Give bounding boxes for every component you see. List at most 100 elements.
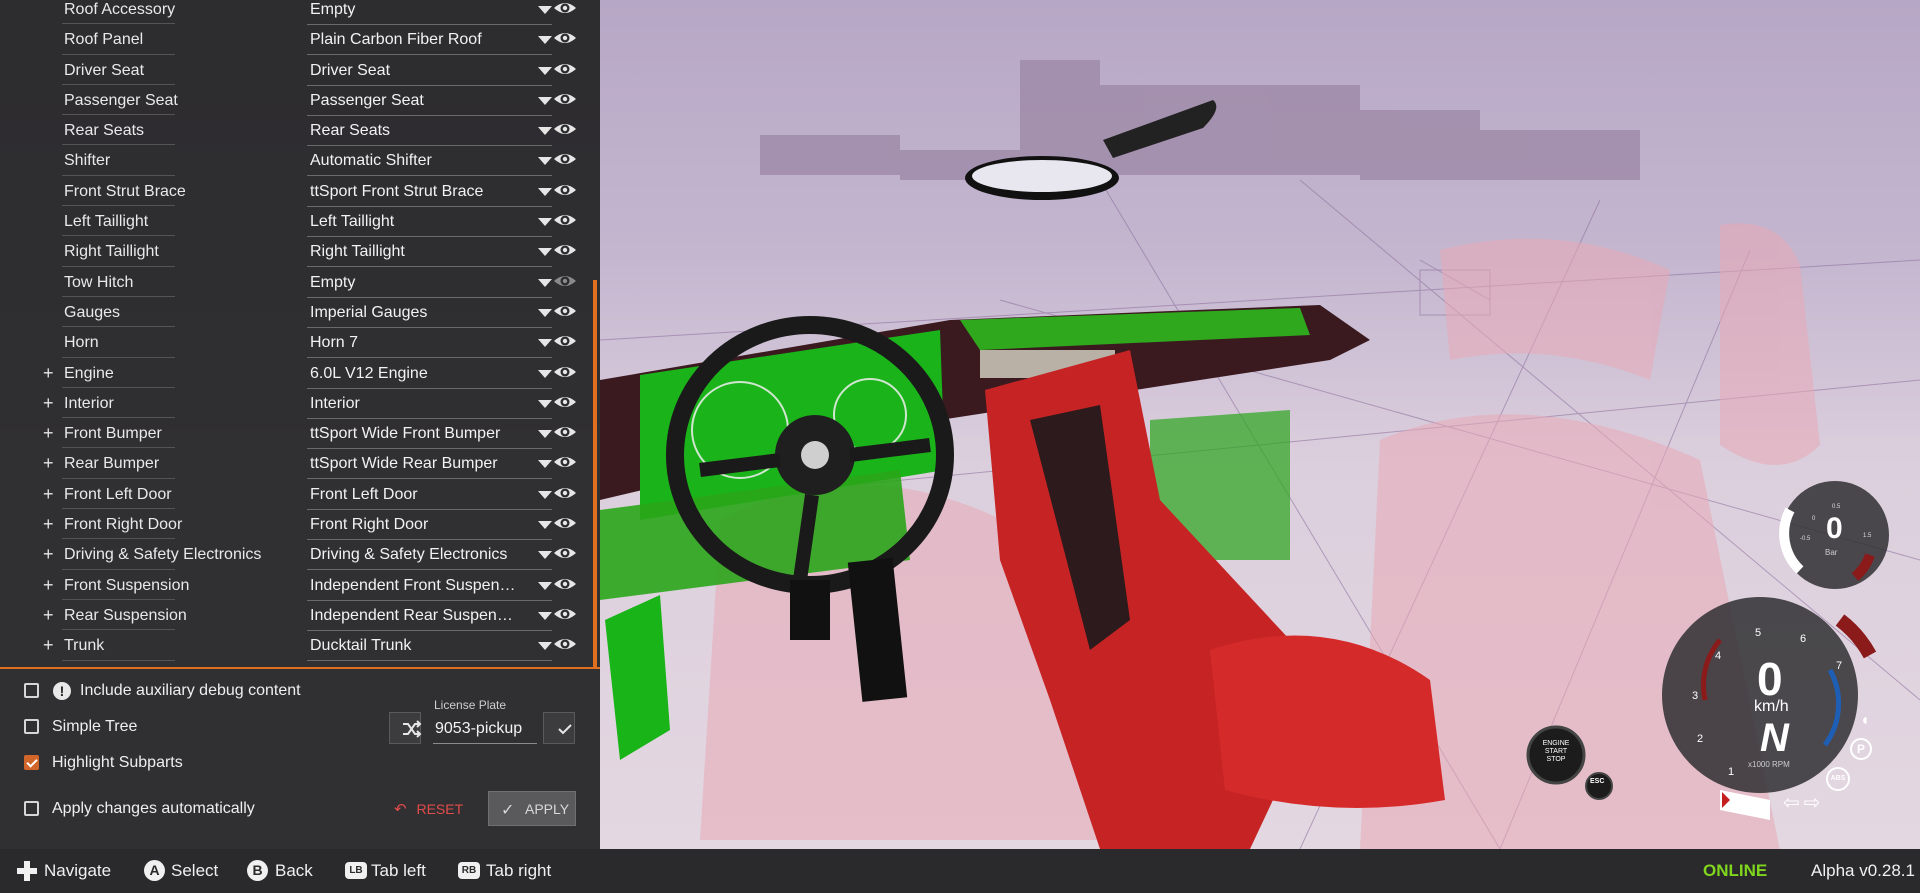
eye-icon[interactable]: [553, 332, 577, 350]
part-dropdown[interactable]: Right Taillight: [307, 237, 552, 268]
expand-plus-icon[interactable]: +: [43, 545, 57, 563]
eye-icon[interactable]: [553, 181, 577, 199]
eye-icon[interactable]: [553, 302, 577, 320]
chevron-down-icon: [538, 36, 552, 45]
engine-start-stop-button[interactable]: ENGINE START STOP: [1538, 740, 1574, 764]
part-dropdown[interactable]: Empty: [307, 0, 552, 25]
expand-plus-icon[interactable]: +: [43, 515, 57, 533]
license-plate-input[interactable]: [433, 715, 537, 744]
apply-button[interactable]: ✓ APPLY: [488, 791, 576, 826]
part-dropdown[interactable]: Front Left Door: [307, 480, 552, 510]
expand-plus-icon[interactable]: +: [43, 394, 57, 412]
part-dropdown[interactable]: Passenger Seat: [307, 86, 552, 116]
check-icon: [558, 724, 572, 735]
part-name: Rear Seats: [64, 122, 145, 140]
eye-icon[interactable]: [553, 60, 577, 78]
confirm-plate-button[interactable]: [543, 712, 575, 744]
eye-icon[interactable]: [553, 150, 577, 168]
part-dropdown[interactable]: Left Taillight: [307, 207, 552, 238]
eye-icon[interactable]: [553, 575, 577, 593]
part-row[interactable]: Left Taillight Left Taillight: [0, 207, 595, 238]
part-row[interactable]: Tow Hitch Empty: [0, 268, 595, 298]
part-dropdown[interactable]: 6.0L V12 Engine: [307, 359, 552, 389]
part-row[interactable]: Gauges Imperial Gauges: [0, 298, 595, 328]
reset-button[interactable]: ↶ RESET: [394, 797, 464, 821]
eye-icon[interactable]: [553, 90, 577, 108]
part-name: Rear Bumper: [64, 455, 160, 473]
eye-icon[interactable]: [553, 393, 577, 411]
expand-plus-icon[interactable]: +: [43, 636, 57, 654]
expand-plus-icon[interactable]: +: [43, 485, 57, 503]
part-dropdown[interactable]: Horn 7: [307, 328, 552, 359]
version-label: Alpha v0.28.1: [1811, 861, 1915, 880]
expand-plus-icon[interactable]: +: [43, 454, 57, 472]
expand-plus-icon[interactable]: +: [43, 424, 57, 442]
expand-plus-icon[interactable]: +: [43, 606, 57, 624]
eye-icon[interactable]: [553, 0, 577, 17]
undo-icon: ↶: [394, 801, 407, 818]
part-dropdown[interactable]: Plain Carbon Fiber Roof: [307, 25, 552, 56]
part-row[interactable]: Passenger Seat Passenger Seat: [0, 86, 595, 116]
part-dropdown[interactable]: Interior: [307, 389, 552, 419]
part-row[interactable]: + Engine 6.0L V12 Engine: [0, 359, 595, 389]
part-selected-value: Front Left Door: [310, 485, 418, 503]
part-row[interactable]: + Interior Interior: [0, 389, 595, 419]
eye-icon[interactable]: [553, 453, 577, 471]
eye-icon[interactable]: [553, 484, 577, 502]
eye-icon[interactable]: [553, 605, 577, 623]
part-row[interactable]: + Rear Bumper ttSport Wide Rear Bumper: [0, 449, 595, 480]
auto-apply-checkbox[interactable]: [24, 801, 39, 816]
part-row[interactable]: + Front Suspension Independent Front Suspe…: [0, 571, 595, 601]
part-name: Gauges: [64, 303, 121, 321]
eye-icon[interactable]: [553, 272, 577, 290]
randomize-plate-button[interactable]: [389, 712, 422, 744]
part-row[interactable]: Driver Seat Driver Seat: [0, 56, 595, 86]
part-row[interactable]: Right Taillight Right Taillight: [0, 237, 595, 268]
eye-icon[interactable]: [553, 363, 577, 381]
part-dropdown[interactable]: Imperial Gauges: [307, 298, 552, 328]
part-dropdown[interactable]: Rear Seats: [307, 116, 552, 147]
eye-icon[interactable]: [553, 29, 577, 47]
eye-icon[interactable]: [553, 544, 577, 562]
part-dropdown[interactable]: Driver Seat: [307, 56, 552, 86]
part-row[interactable]: + Rear Suspension Independent Rear Suspens…: [0, 601, 595, 631]
part-row[interactable]: Roof Panel Plain Carbon Fiber Roof: [0, 25, 595, 56]
b-button-icon: B: [247, 860, 268, 881]
part-dropdown[interactable]: Independent Rear Suspension: [307, 601, 552, 631]
part-row[interactable]: Roof Accessory Empty: [0, 0, 595, 25]
eye-icon[interactable]: [553, 423, 577, 441]
part-dropdown[interactable]: ttSport Front Strut Brace: [307, 177, 552, 207]
part-dropdown[interactable]: Independent Front Suspension: [307, 571, 552, 601]
expand-plus-icon[interactable]: +: [43, 576, 57, 594]
part-dropdown[interactable]: ttSport Wide Front Bumper: [307, 419, 552, 450]
part-row[interactable]: + Front Right Door Front Right Door: [0, 510, 595, 541]
part-dropdown[interactable]: Automatic Shifter: [307, 146, 552, 177]
part-dropdown[interactable]: Driving & Safety Electronics: [307, 540, 552, 571]
part-dropdown[interactable]: ttSport Wide Rear Bumper: [307, 449, 552, 480]
part-row[interactable]: + Driving & Safety Electronics Driving & S…: [0, 540, 595, 571]
eye-icon[interactable]: [553, 241, 577, 259]
eye-icon[interactable]: [553, 635, 577, 653]
part-row[interactable]: Shifter Automatic Shifter: [0, 146, 595, 177]
part-dropdown[interactable]: Front Right Door: [307, 510, 552, 541]
expand-plus-icon[interactable]: +: [43, 364, 57, 382]
part-row[interactable]: Front Strut Brace ttSport Front Strut Bra…: [0, 177, 595, 207]
row-underline: [62, 53, 175, 55]
part-selected-value: Independent Rear Suspension: [310, 606, 520, 624]
highlight-subparts-checkbox[interactable]: [24, 755, 39, 770]
scrollbar[interactable]: [593, 280, 597, 667]
row-underline: [62, 417, 175, 419]
eye-icon[interactable]: [553, 211, 577, 229]
part-row[interactable]: + Front Bumper ttSport Wide Front Bumper: [0, 419, 595, 450]
part-dropdown[interactable]: Ducktail Trunk: [307, 631, 552, 662]
eye-icon[interactable]: [553, 514, 577, 532]
part-row[interactable]: Rear Seats Rear Seats: [0, 116, 595, 147]
part-name: Engine: [64, 364, 114, 382]
eye-icon[interactable]: [553, 120, 577, 138]
simple-tree-checkbox[interactable]: [24, 719, 39, 734]
part-row[interactable]: + Trunk Ducktail Trunk: [0, 631, 595, 662]
part-row[interactable]: Horn Horn 7: [0, 328, 595, 359]
part-dropdown[interactable]: Empty: [307, 268, 552, 298]
part-row[interactable]: + Front Left Door Front Left Door: [0, 480, 595, 510]
debug-checkbox[interactable]: [24, 683, 39, 698]
